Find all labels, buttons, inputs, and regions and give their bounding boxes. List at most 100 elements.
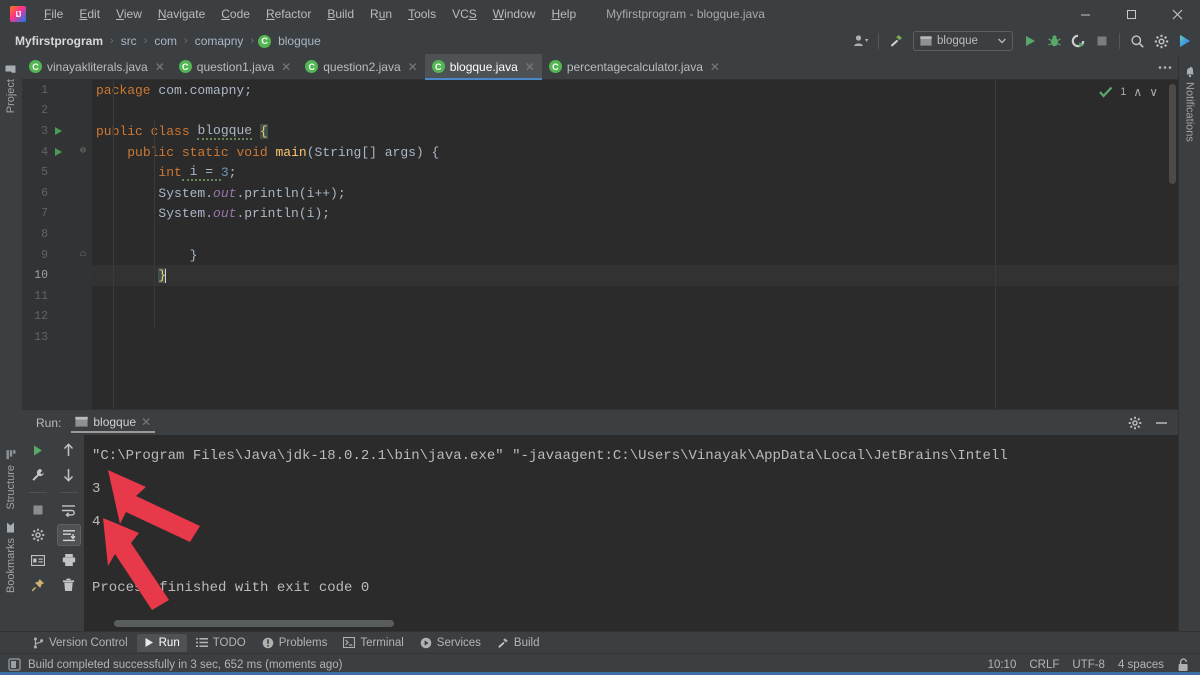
breadcrumb-com[interactable]: com [151,33,180,49]
minimize-icon[interactable] [1150,412,1172,434]
caret-position[interactable]: 10:10 [988,659,1017,671]
tool-window-bar: Version Control Run TODO Problems Termin… [0,631,1200,653]
editor-tab-close-icon[interactable]: ✕ [281,60,291,74]
bottom-tab-run[interactable]: Run [136,633,187,652]
layout-icon[interactable] [26,549,50,571]
editor-tab-close-icon[interactable]: ✕ [408,60,418,74]
previous-problem-icon[interactable]: ∧ [1133,85,1142,99]
bottom-tab-problems[interactable]: Problems [255,634,335,652]
editor-tab-close-icon[interactable]: ✕ [525,60,535,74]
file-encoding[interactable]: UTF-8 [1072,659,1105,671]
tool-window-bookmarks[interactable]: Bookmarks [3,516,19,599]
inspection-widget[interactable]: 1 ∧ ∨ [1099,85,1158,99]
class-name: blogque [197,122,253,140]
menu-view[interactable]: View [108,3,150,25]
indent-setting[interactable]: 4 spaces [1118,659,1164,671]
console-output[interactable]: "C:\Program Files\Java\jdk-18.0.2.1\bin\… [84,435,1178,631]
lock-icon[interactable] [1177,657,1190,672]
bottom-tab-terminal[interactable]: Terminal [336,634,410,652]
bottom-tab-services[interactable]: Services [413,634,488,652]
tool-window-project-label: Project [5,79,17,114]
bottom-tab-version-control[interactable]: Version Control [26,634,135,652]
search-icon[interactable] [1126,30,1148,52]
menu-tools[interactable]: Tools [400,3,444,25]
tool-window-notifications[interactable]: Notifications [1182,60,1198,148]
list-icon [195,638,208,647]
down-arrow-icon[interactable] [57,464,81,486]
breadcrumb-project[interactable]: Myfirstprogram [12,33,106,49]
updates-icon[interactable] [1174,30,1196,52]
rerun-icon[interactable] [26,439,50,461]
menu-edit[interactable]: Edit [71,3,108,25]
print-icon[interactable] [57,549,81,571]
wrench-icon[interactable] [26,464,50,486]
gear-icon[interactable] [1124,412,1146,434]
editor-tab-question2[interactable]: question2.java ✕ [298,54,424,79]
editor-tab-close-icon[interactable]: ✕ [710,60,720,74]
editor-tab-close-icon[interactable]: ✕ [155,60,165,74]
console-horizontal-scrollbar[interactable] [114,620,394,627]
gear-icon[interactable] [26,524,50,546]
menu-file[interactable]: FFileile [36,3,71,25]
scroll-to-end-icon[interactable] [56,524,81,546]
hammer-icon[interactable] [885,30,907,52]
breadcrumb-src[interactable]: src [118,33,140,49]
gutter-line: 9 ⌂ [22,245,92,266]
bottom-tab-build[interactable]: Build [490,634,547,652]
menu-help[interactable]: Help [543,3,584,25]
breadcrumb-comapny[interactable]: comapny [192,33,247,49]
menu-build[interactable]: Build [319,3,362,25]
indent-guide [113,80,114,409]
run-class-gutter-icon[interactable] [55,127,62,136]
run-method-gutter-icon[interactable] [55,148,62,157]
editor-tab-vinayakliterals[interactable]: vinayakliterals.java ✕ [22,54,172,79]
settings-icon[interactable] [1150,30,1172,52]
fold-collapse-icon[interactable]: ⊖ [80,147,86,157]
minimize-button[interactable] [1062,0,1108,28]
editor-tab-label: question1.java [196,59,275,74]
java-file-icon [548,60,562,73]
menu-run[interactable]: Run [362,3,400,25]
stop-icon[interactable] [1091,30,1113,52]
pin-icon[interactable] [26,574,50,596]
debug-icon[interactable] [1043,30,1065,52]
code-line: int i = 3; [92,162,1178,183]
user-icon[interactable] [850,30,872,52]
trash-icon[interactable] [57,574,81,596]
editor-gutter[interactable]: 1 2 3 4 ⊖ 5 6 7 8 9 ⌂ 10 11 12 13 [22,80,92,409]
stop-icon[interactable] [26,499,50,521]
tool-window-project[interactable]: Project [3,58,19,119]
menu-vcs[interactable]: VCS [444,3,485,25]
menu-code[interactable]: Code [213,3,258,25]
close-button[interactable] [1154,0,1200,28]
next-problem-icon[interactable]: ∨ [1149,85,1158,99]
more-options-icon[interactable] [1154,56,1176,78]
code-text-area[interactable]: package com.comapny; public class blogqu… [92,80,1178,409]
toolbar-divider [1119,33,1120,49]
run-session-close-icon[interactable]: ✕ [141,415,151,429]
run-session-tab[interactable]: blogque ✕ [69,413,157,433]
menu-refactor[interactable]: Refactor [258,3,319,25]
println-call: .println(i++); [236,185,346,201]
code-editor[interactable]: 1 2 3 4 ⊖ 5 6 7 8 9 ⌂ 10 11 12 13 packag… [22,80,1178,409]
code-line: } [92,245,1178,266]
menu-window[interactable]: Window [485,3,544,25]
editor-vertical-scrollbar[interactable] [1169,84,1176,184]
menu-navigate[interactable]: Navigate [150,3,213,25]
editor-tab-percentagecalculator[interactable]: percentagecalculator.java ✕ [542,54,727,79]
soft-wrap-icon[interactable] [57,499,81,521]
line-separator[interactable]: CRLF [1029,659,1059,671]
editor-tab-blogque[interactable]: blogque.java ✕ [424,54,542,80]
tool-window-structure[interactable]: Structure [3,444,19,516]
up-arrow-icon[interactable] [57,439,81,461]
run-configuration-selector[interactable]: blogque [913,31,1013,51]
right-margin-line [995,80,996,409]
editor-tab-question1[interactable]: question1.java ✕ [172,54,298,79]
bottom-tab-todo[interactable]: TODO [189,634,253,652]
fold-end-icon[interactable]: ⌂ [80,250,86,260]
breadcrumb-blogque[interactable]: blogque [275,33,324,49]
maximize-button[interactable] [1108,0,1154,28]
run-with-coverage-icon[interactable] [1067,30,1089,52]
gutter-line: 4 ⊖ [22,142,92,163]
run-icon[interactable] [1019,30,1041,52]
